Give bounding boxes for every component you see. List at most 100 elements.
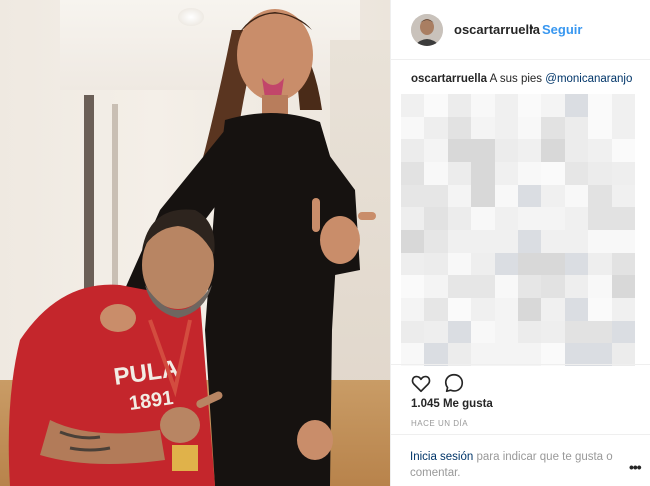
blur-cell: [424, 94, 448, 117]
blur-cell: [588, 116, 612, 140]
blur-cell: [447, 252, 472, 276]
blur-cell: [564, 184, 589, 208]
caption-mention[interactable]: @monicanaranjo: [545, 73, 632, 85]
blur-cell: [401, 275, 425, 298]
blur-cell: [447, 207, 472, 230]
blur-cell: [541, 184, 565, 208]
blur-cell: [611, 116, 635, 140]
blur-cell: [564, 229, 589, 253]
post-timestamp: HACE UN DÍA: [411, 419, 469, 428]
blur-cell: [517, 94, 542, 117]
blur-cell: [541, 297, 565, 321]
blur-cell: [494, 184, 518, 208]
blur-cell: [611, 252, 635, 276]
caption-text: A sus pies: [489, 73, 543, 85]
blur-cell: [588, 139, 612, 162]
blur-cell: [471, 229, 495, 253]
blur-cell: [424, 139, 448, 162]
blur-cell: [401, 343, 425, 366]
header-username[interactable]: oscartarruella: [454, 22, 540, 37]
blur-cell: [471, 297, 495, 321]
blur-cell: [447, 116, 472, 140]
blur-cell: [447, 161, 472, 185]
blur-cell: [471, 161, 495, 185]
blur-cell: [564, 161, 589, 185]
blur-cell: [564, 297, 589, 321]
blur-cell: [447, 139, 472, 162]
blur-cell: [541, 252, 565, 276]
blur-cell: [588, 229, 612, 253]
blur-cell: [588, 297, 612, 321]
blur-cell: [564, 252, 589, 276]
post-sidebar: oscartarruella • Seguir oscartarruella A…: [390, 0, 650, 486]
blur-cell: [424, 229, 448, 253]
follow-button[interactable]: Seguir: [542, 22, 582, 37]
blur-cell: [447, 94, 472, 117]
blur-cell: [517, 139, 542, 162]
login-prompt-text: Inicia sesión para indicar que te gusta …: [410, 449, 620, 481]
blur-cell: [541, 207, 565, 230]
blur-cell: [541, 275, 565, 298]
blurred-comments: [401, 94, 635, 366]
blur-cell: [517, 161, 542, 185]
blur-cell: [541, 139, 565, 162]
blur-cell: [424, 207, 448, 230]
blur-cell: [424, 184, 448, 208]
blur-cell: [564, 207, 589, 230]
blur-cell: [611, 207, 635, 230]
blur-cell: [541, 229, 565, 253]
blur-cell: [564, 116, 589, 140]
blur-cell: [611, 161, 635, 185]
blur-cell: [447, 343, 472, 366]
post-header: oscartarruella • Seguir: [391, 0, 650, 60]
blur-cell: [517, 320, 542, 344]
blur-cell: [611, 139, 635, 162]
user-avatar[interactable]: [411, 14, 443, 46]
blur-cell: [588, 161, 612, 185]
heart-outline-icon[interactable]: [410, 372, 432, 394]
ellipsis-icon[interactable]: •••: [629, 459, 642, 475]
blur-cell: [494, 229, 518, 253]
post-photo[interactable]: PULA 1891: [0, 0, 390, 486]
blur-cell: [424, 297, 448, 321]
blur-cell: [401, 320, 425, 344]
blur-cell: [471, 343, 495, 366]
blur-cell: [517, 229, 542, 253]
blur-cell: [471, 252, 495, 276]
header-separator: •: [529, 20, 534, 35]
blur-cell: [471, 320, 495, 344]
blur-cell: [494, 139, 518, 162]
blur-cell: [564, 94, 589, 117]
speech-bubble-icon[interactable]: [443, 372, 465, 394]
blur-cell: [541, 320, 565, 344]
blur-cell: [401, 184, 425, 208]
blur-cell: [494, 320, 518, 344]
blur-cell: [517, 252, 542, 276]
blur-cell: [564, 343, 589, 366]
likes-count[interactable]: 1.045 Me gusta: [411, 398, 493, 410]
post-caption: oscartarruella A sus pies @monicanaranjo: [411, 72, 641, 86]
blur-cell: [611, 94, 635, 117]
blur-cell: [564, 275, 589, 298]
blur-cell: [424, 343, 448, 366]
blur-cell: [471, 275, 495, 298]
blur-cell: [564, 139, 589, 162]
caption-author[interactable]: oscartarruella: [411, 73, 487, 85]
blur-cell: [494, 116, 518, 140]
blur-cell: [471, 116, 495, 140]
blur-cell: [401, 139, 425, 162]
blur-cell: [564, 320, 589, 344]
blur-cell: [401, 229, 425, 253]
photo-figures: PULA 1891: [8, 9, 376, 486]
blur-cell: [517, 184, 542, 208]
blur-cell: [588, 320, 612, 344]
blur-cell: [517, 297, 542, 321]
blur-cell: [471, 184, 495, 208]
blur-cell: [424, 252, 448, 276]
blur-cell: [541, 161, 565, 185]
login-link[interactable]: Inicia sesión: [410, 451, 473, 463]
blur-cell: [588, 343, 612, 366]
blur-cell: [447, 275, 472, 298]
blur-cell: [588, 184, 612, 208]
blur-cell: [424, 320, 448, 344]
